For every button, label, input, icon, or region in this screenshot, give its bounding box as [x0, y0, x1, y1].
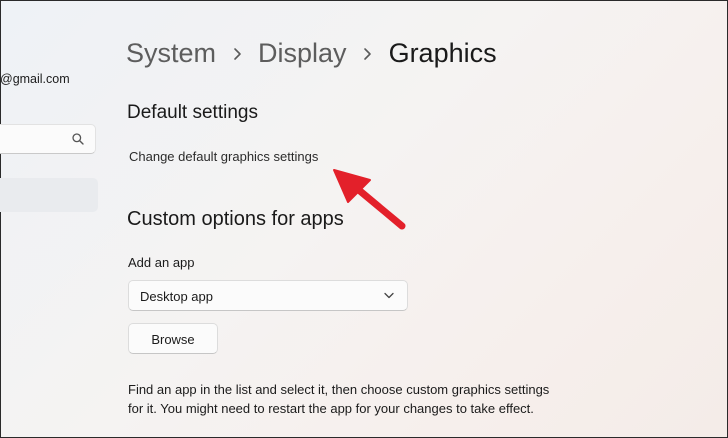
chevron-right-icon — [347, 39, 389, 69]
breadcrumb: System Display Graphics — [126, 38, 497, 69]
account-email: @gmail.com — [0, 72, 70, 86]
default-settings-heading: Default settings — [127, 102, 258, 123]
chevron-down-icon — [384, 292, 394, 299]
chevron-right-icon — [216, 39, 258, 69]
sidebar-item-system[interactable] — [0, 178, 98, 212]
custom-options-heading: Custom options for apps — [127, 208, 344, 230]
red-arrow-annotation — [333, 169, 406, 230]
breadcrumb-display[interactable]: Display — [258, 38, 347, 69]
change-default-graphics-settings-link[interactable]: Change default graphics settings — [129, 149, 318, 164]
app-type-dropdown-value: Desktop app — [140, 289, 213, 304]
settings-search-input[interactable] — [0, 124, 96, 154]
breadcrumb-graphics: Graphics — [388, 38, 497, 68]
search-icon — [72, 133, 84, 145]
browse-button[interactable]: Browse — [128, 323, 218, 354]
app-type-dropdown[interactable]: Desktop app — [128, 280, 408, 311]
custom-options-help-text: Find an app in the list and select it, t… — [128, 382, 550, 416]
add-an-app-label: Add an app — [128, 255, 195, 270]
breadcrumb-system[interactable]: System — [126, 38, 216, 69]
